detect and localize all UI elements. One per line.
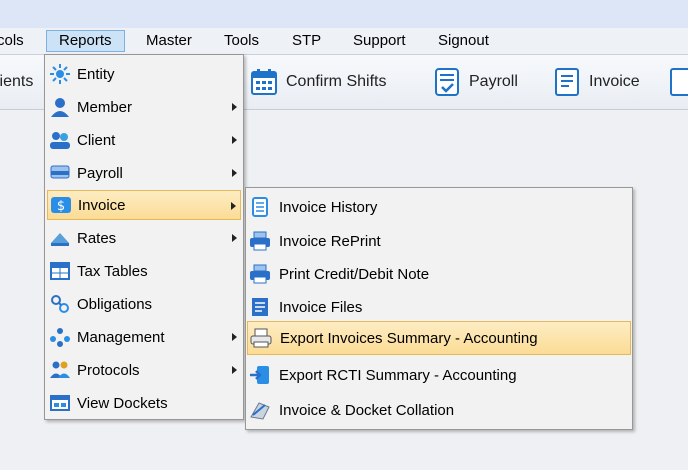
menu-master[interactable]: Master (146, 30, 192, 52)
reports-item-label: Management (77, 328, 165, 346)
entity-icon (50, 64, 70, 84)
invoice-item-reprint[interactable]: Invoice RePrint (247, 224, 631, 258)
clients-label: lients (0, 73, 34, 90)
menu-tools-partial[interactable]: cols (0, 30, 24, 52)
reports-item-label: Entity (77, 65, 115, 83)
title-bar (0, 0, 688, 28)
member-icon (51, 98, 69, 117)
svg-text:$: $ (57, 199, 65, 214)
reports-item-entity[interactable]: Entity (47, 59, 241, 89)
tax-tables-icon (50, 262, 70, 280)
reports-item-label: Client (77, 131, 116, 149)
invoice-item-label: Export Invoices Summary - Accounting (280, 329, 538, 347)
payroll-button[interactable]: Payroll (433, 64, 518, 100)
submenu-arrow-icon (232, 234, 237, 242)
submenu-arrow-icon (231, 202, 236, 210)
export-arrow-icon (250, 366, 269, 384)
reports-item-view-dockets[interactable]: View Dockets (47, 388, 241, 418)
reports-item-invoice[interactable]: $ Invoice (47, 190, 241, 220)
submenu-arrow-icon (232, 136, 237, 144)
submenu-arrow-icon (232, 169, 237, 177)
protocols-icon (50, 361, 70, 378)
view-dockets-icon (50, 395, 70, 411)
reports-item-label: Obligations (77, 295, 153, 313)
management-icon (50, 328, 70, 347)
payroll-form-icon (435, 68, 459, 96)
confirm-shifts-button[interactable]: Confirm Shifts (250, 64, 386, 100)
invoice-submenu: Invoice History Invoice RePrint Print Cr… (245, 187, 633, 430)
invoice-label: Invoice (589, 73, 640, 90)
reports-item-label: Tax Tables (77, 262, 148, 280)
invoice-item-docket-collation[interactable]: Invoice & Docket Collation (247, 393, 631, 427)
invoice-item-files[interactable]: Invoice Files (247, 290, 631, 324)
invoice-item-label: Invoice & Docket Collation (279, 401, 455, 419)
submenu-arrow-icon (232, 333, 237, 341)
invoice-files-icon (252, 298, 268, 316)
confirm-shifts-label: Confirm Shifts (286, 73, 387, 90)
export-printer-icon (250, 328, 272, 348)
reports-item-member[interactable]: Member (47, 92, 241, 122)
invoice-item-export-rcti-summary[interactable]: Export RCTI Summary - Accounting (247, 358, 631, 392)
invoice-item-credit-debit-note[interactable]: Print Credit/Debit Note (247, 257, 631, 291)
collation-icon (250, 402, 270, 420)
invoice-item-label: Invoice Files (279, 298, 363, 316)
rates-icon (51, 233, 69, 246)
payroll-icon (50, 165, 70, 179)
invoice-item-label: Invoice History (279, 198, 378, 216)
reports-item-obligations[interactable]: Obligations (47, 289, 241, 319)
invoice-item-export-invoices-summary[interactable]: Export Invoices Summary - Accounting (247, 321, 631, 355)
invoice-icon: $ (51, 197, 71, 214)
menu-signout[interactable]: Signout (438, 30, 489, 52)
invoice-doc-icon (555, 68, 579, 96)
obligations-icon (51, 295, 69, 313)
overflow-toolbar-button[interactable] (668, 64, 688, 100)
invoice-button[interactable]: Invoice (553, 64, 640, 100)
printer-icon (250, 231, 270, 251)
reports-item-label: Invoice (78, 196, 126, 214)
clients-button[interactable]: lients (0, 64, 33, 100)
reports-item-client[interactable]: Client (47, 125, 241, 155)
submenu-arrow-icon (232, 366, 237, 374)
payroll-label: Payroll (469, 73, 518, 90)
client-icon (50, 132, 70, 149)
invoice-item-history[interactable]: Invoice History (247, 190, 631, 224)
reports-item-management[interactable]: Management (47, 322, 241, 352)
invoice-item-label: Export RCTI Summary - Accounting (279, 366, 517, 384)
invoice-item-label: Invoice RePrint (279, 232, 381, 250)
reports-item-label: Protocols (77, 361, 140, 379)
menu-stp[interactable]: STP (292, 30, 321, 52)
reports-item-label: Member (77, 98, 133, 116)
reports-item-label: Rates (77, 229, 117, 247)
invoice-item-label: Print Credit/Debit Note (279, 265, 430, 283)
reports-item-label: Payroll (77, 164, 123, 182)
reports-item-label: View Dockets (77, 394, 168, 412)
calendar-icon (251, 69, 277, 95)
invoice-history-icon (252, 197, 268, 217)
printer-icon (250, 264, 270, 284)
reports-item-payroll[interactable]: Payroll (47, 158, 241, 188)
menu-tools[interactable]: Tools (224, 30, 259, 52)
submenu-arrow-icon (232, 103, 237, 111)
menu-support[interactable]: Support (353, 30, 406, 52)
menu-bar: cols Reports Master Tools STP Support Si… (0, 28, 688, 55)
reports-item-protocols[interactable]: Protocols (47, 355, 241, 385)
reports-item-tax-tables[interactable]: Tax Tables (47, 256, 241, 286)
menu-reports[interactable]: Reports (46, 30, 125, 52)
document-icon (670, 68, 688, 96)
reports-item-rates[interactable]: Rates (47, 223, 241, 253)
reports-dropdown: Entity Member Client Payroll $ Invoice R… (44, 54, 244, 420)
